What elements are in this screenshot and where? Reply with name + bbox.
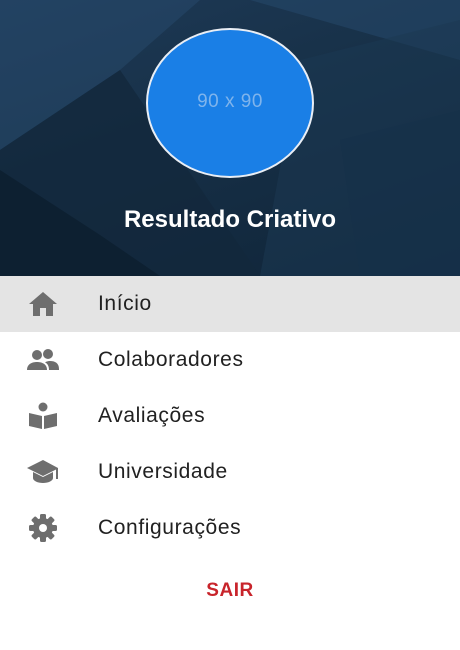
logout-button[interactable]: SAIR [0, 580, 460, 602]
drawer-menu: Início Colaboradores Avaliações Universi… [0, 276, 460, 556]
menu-item-configuracoes[interactable]: Configurações [0, 500, 460, 556]
book-reader-icon [26, 402, 60, 430]
menu-item-label: Avaliações [98, 404, 206, 427]
gear-icon [26, 514, 60, 542]
menu-item-avaliacoes[interactable]: Avaliações [0, 388, 460, 444]
graduation-cap-icon [26, 458, 60, 486]
menu-item-label: Universidade [98, 460, 228, 483]
menu-item-universidade[interactable]: Universidade [0, 444, 460, 500]
menu-item-label: Colaboradores [98, 348, 244, 371]
avatar[interactable]: 90 x 90 [146, 28, 314, 178]
menu-item-label: Configurações [98, 516, 242, 539]
avatar-placeholder-text: 90 x 90 [197, 91, 263, 112]
home-icon [26, 290, 60, 318]
menu-item-colaboradores[interactable]: Colaboradores [0, 332, 460, 388]
header-title: Resultado Criativo [123, 206, 337, 233]
people-icon [26, 346, 60, 374]
navigation-drawer: 90 x 90 Resultado Criativo Início Colabo… [0, 0, 460, 650]
menu-item-label: Início [98, 292, 152, 315]
menu-item-inicio[interactable]: Início [0, 276, 460, 332]
drawer-header: 90 x 90 Resultado Criativo [0, 0, 460, 276]
